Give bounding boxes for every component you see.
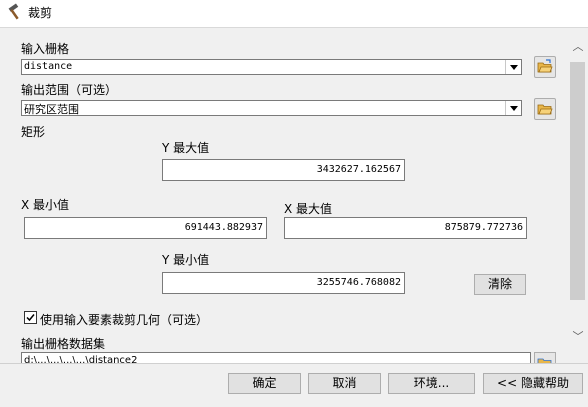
y-min-label: Y 最小值 [162, 253, 210, 267]
output-raster-value: d:\...\...\...\...\distance2 [24, 355, 138, 363]
environments-button[interactable]: 环境... [388, 373, 475, 394]
clear-button[interactable]: 清除 [474, 274, 526, 295]
output-extent-label: 输出范围（可选） [21, 83, 118, 97]
x-max-value: 875879.772736 [444, 222, 523, 233]
title-bar: 裁剪 [0, 0, 588, 28]
checkmark-icon [26, 314, 35, 322]
y-max-label: Y 最大值 [162, 141, 210, 155]
chevron-up-icon[interactable]: ︿ [568, 38, 588, 55]
input-raster-browse-button[interactable] [534, 56, 556, 78]
cancel-button[interactable]: 取消 [308, 373, 381, 394]
chevron-down-icon[interactable]: ﹀ [568, 328, 588, 345]
rectangle-label: 矩形 [21, 125, 46, 139]
x-min-label: X 最小值 [21, 198, 70, 212]
vertical-scrollbar[interactable]: ︿ ﹀ [568, 28, 588, 363]
output-raster-browse-button[interactable] [534, 352, 556, 363]
input-raster-combo[interactable]: distance [21, 59, 522, 75]
scrollbar-thumb[interactable] [570, 62, 585, 300]
y-max-input[interactable]: 3432627.162567 [162, 159, 405, 181]
folder-open-icon [537, 104, 553, 115]
folder-open-icon [537, 358, 552, 363]
x-min-input[interactable]: 691443.882937 [24, 217, 267, 239]
y-min-value: 3255746.768082 [316, 277, 401, 288]
ok-button[interactable]: 确定 [228, 373, 301, 394]
folder-open-icon [537, 59, 553, 73]
output-raster-input[interactable]: d:\...\...\...\...\distance2 [21, 352, 531, 363]
x-max-input[interactable]: 875879.772736 [284, 217, 527, 239]
hide-help-button[interactable]: << 隐藏帮助 [483, 373, 583, 394]
x-min-value: 691443.882937 [184, 222, 263, 233]
use-features-checkbox[interactable] [24, 311, 37, 324]
y-min-input[interactable]: 3255746.768082 [162, 272, 405, 294]
hammer-icon [8, 3, 19, 20]
input-raster-label: 输入栅格 [21, 42, 70, 56]
dropdown-arrow-icon[interactable] [505, 101, 521, 115]
button-bar: 确定 取消 环境... << 隐藏帮助 [0, 363, 588, 407]
x-max-label: X 最大值 [284, 202, 333, 216]
output-extent-value: 研究区范围 [24, 103, 79, 116]
output-raster-label: 输出栅格数据集 [21, 337, 106, 351]
output-extent-combo[interactable]: 研究区范围 [21, 100, 522, 116]
output-extent-browse-button[interactable] [534, 98, 556, 120]
y-max-value: 3432627.162567 [316, 164, 401, 175]
window-title: 裁剪 [28, 6, 53, 20]
dropdown-arrow-icon[interactable] [505, 60, 521, 74]
use-features-label[interactable]: 使用输入要素裁剪几何（可选） [40, 311, 208, 328]
tool-form: 输入栅格 distance 输出范围（可选） 研究区范围 矩形 Y 最大值 34… [0, 28, 568, 363]
input-raster-value: distance [24, 61, 73, 72]
